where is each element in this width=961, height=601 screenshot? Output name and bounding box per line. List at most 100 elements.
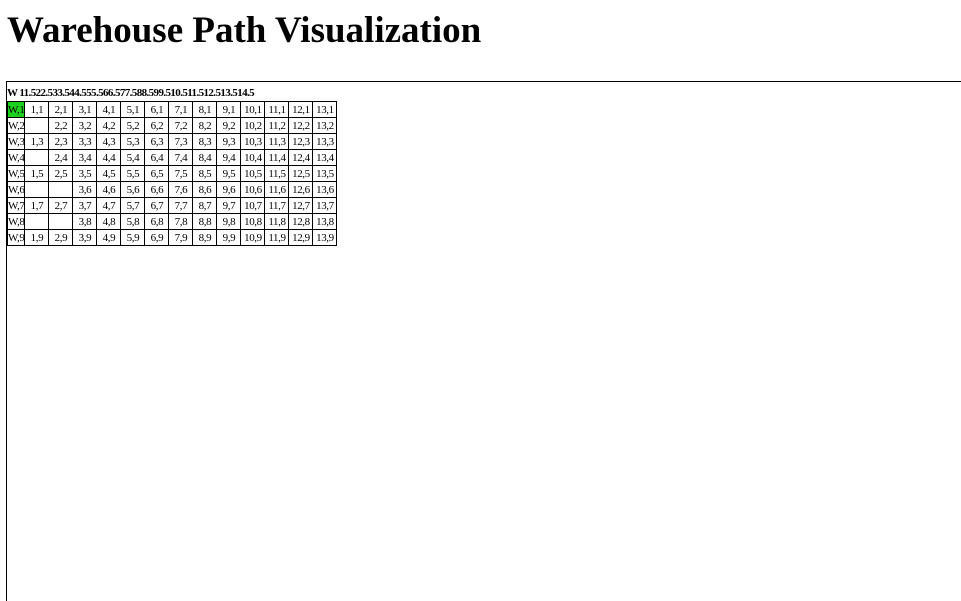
cell-label: 12,3 [292,135,310,148]
grid-cell: 12,6 [289,182,314,198]
grid-cell: 13,4 [313,150,338,166]
grid-cell: 2,1 [49,101,74,118]
cell-label: 5,2 [126,119,140,132]
cell-label: 3,3 [78,135,92,148]
grid-cell: 4,2 [97,118,122,134]
cell-label: 2,7 [54,199,68,212]
grid-cell: 6,6 [145,182,170,198]
grid-cell: 2,7 [49,198,74,214]
grid-cell: 11,1 [265,101,290,118]
cell-label: 8,6 [198,183,212,196]
cell-label: 7,8 [174,215,188,228]
grid-cell: 4,9 [97,230,122,246]
cell-label: 8,7 [198,199,212,212]
cell-label: 9,3 [222,135,236,148]
grid-cell: 8,7 [193,198,218,214]
cell-label: 13,7 [316,199,334,212]
cell-label: 8,5 [198,167,212,180]
grid-cell: 10,6 [241,182,266,198]
cell-label: 3,4 [78,151,92,164]
grid-cell: 7,4 [169,150,194,166]
cell-label: 1,3 [30,135,44,148]
cell-label: 2,5 [54,167,68,180]
cell-label: 9,2 [222,119,236,132]
grid-cell: W,8 [7,214,26,230]
grid-cell: W,2 [7,118,26,134]
column-header-labels: W 11.522.533.544.555.566.577.588.599.510… [7,87,255,99]
grid-cell: 10,2 [241,118,266,134]
cell-label: 6,2 [150,119,164,132]
cell-label: 8,1 [198,103,212,116]
grid-cell: 9,6 [217,182,242,198]
grid-cell: 3,2 [73,118,98,134]
cell-label: 4,7 [102,199,116,212]
cell-label: 5,5 [126,167,140,180]
grid-cell: 13,3 [313,134,338,150]
cell-label: 2,9 [54,231,68,244]
cell-label: 11,8 [268,215,286,228]
cell-label: 6,7 [150,199,164,212]
cell-label: 5,6 [126,183,140,196]
cell-label: 10,4 [244,151,262,164]
cell-label: 4,9 [102,231,116,244]
cell-label: 9,7 [222,199,236,212]
cell-label: 11,5 [268,167,286,180]
grid-cell: 8,5 [193,166,218,182]
grid-cell: 12,1 [289,101,314,118]
grid-cell: 12,8 [289,214,314,230]
cell-label: 10,5 [244,167,262,180]
cell-label: 6,5 [150,167,164,180]
cell-label: 3,5 [78,167,92,180]
cell-label: 11,1 [268,103,286,116]
cell-label: 7,9 [174,231,188,244]
cell-label: 12,6 [292,183,310,196]
empty-cell [25,214,50,230]
cell-label: 10,6 [244,183,262,196]
grid-cell: W,5 [7,166,26,182]
cell-label: 6,8 [150,215,164,228]
empty-cell [25,150,50,166]
visualization-area: W 11.522.533.544.555.566.577.588.599.510… [6,81,961,601]
cell-label: 7,5 [174,167,188,180]
grid-cell: 7,1 [169,101,194,118]
grid-cell: 7,8 [169,214,194,230]
cell-label: W,2 [8,119,25,132]
cell-label: 6,3 [150,135,164,148]
grid-cell: 4,3 [97,134,122,150]
cell-label: 12,8 [292,215,310,228]
cell-label: 3,7 [78,199,92,212]
cell-label: 10,9 [244,231,262,244]
cell-label: 2,3 [54,135,68,148]
cell-label: 12,2 [292,119,310,132]
cell-label: 10,8 [244,215,262,228]
grid-cell: 11,4 [265,150,290,166]
grid-cell: 12,3 [289,134,314,150]
cell-label: 9,9 [222,231,236,244]
cell-label: 13,9 [316,231,334,244]
cell-label: 2,2 [54,119,68,132]
grid-cell: 3,8 [73,214,98,230]
grid-cell: 4,5 [97,166,122,182]
cell-label: 11,4 [268,151,286,164]
cell-label: 12,1 [292,103,310,116]
grid-cell: 9,4 [217,150,242,166]
grid-cell: 10,7 [241,198,266,214]
grid-cell: 10,1 [241,101,266,118]
cell-label: 3,1 [78,103,92,116]
cell-label: W,6 [8,183,25,196]
cell-label: 13,3 [316,135,334,148]
grid-cell: 6,1 [145,101,170,118]
grid-row: W,4 2,4 3,4 4,4 5,4 6,4 7,4 8,4 9,4 10,4 11,4 12,4 1… [7,150,338,166]
grid-row: W,6 3,6 4,6 5,6 6,6 7,6 8,6 9,6 10,6 11,6 12,6 13,6 [7,182,338,198]
grid-row: W,5 1,5 2,5 3,5 4,5 5,5 6,5 7,5 8,5 9,5 10,5 11,5 12… [7,166,338,182]
grid-cell: 9,5 [217,166,242,182]
grid-cell: 8,9 [193,230,218,246]
cell-label: W,9 [8,231,25,244]
grid-cell: W,7 [7,198,26,214]
cell-label: 6,9 [150,231,164,244]
cell-label: 5,4 [126,151,140,164]
cell-label: 11,3 [268,135,286,148]
grid-cell: 1,3 [25,134,50,150]
grid-row: W,9 1,9 2,9 3,9 4,9 5,9 6,9 7,9 8,9 9,9 10,9 11,9 12… [7,230,338,246]
grid-cell: 13,6 [313,182,338,198]
